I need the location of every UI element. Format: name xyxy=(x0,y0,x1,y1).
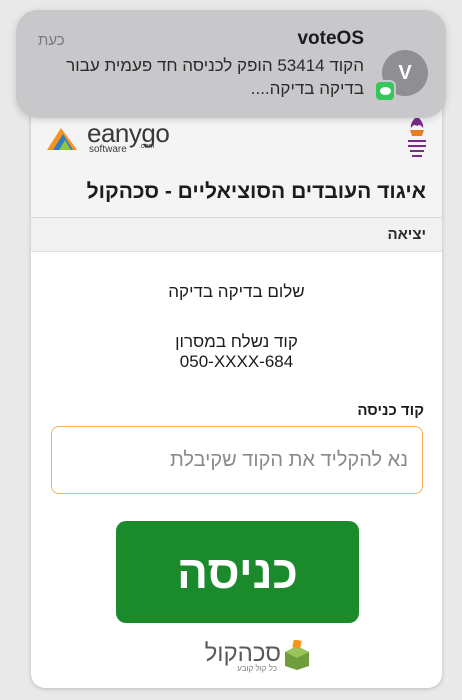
page-title: איגוד העובדים הסוציאליים - סכהקול xyxy=(86,180,426,203)
login-card: eanygo software .com איגוד העובדים הסוצי… xyxy=(31,100,442,688)
code-field-label: קוד כניסה xyxy=(357,402,424,419)
eanygo-logo-icon xyxy=(47,128,77,150)
logo-sub: software xyxy=(89,144,127,155)
notification-title: voteOS xyxy=(297,28,364,49)
sms-sent-label: קוד נשלח במסרון xyxy=(175,332,298,351)
union-logo-icon xyxy=(404,114,430,160)
messages-icon xyxy=(374,80,396,102)
exit-bar: יציאה xyxy=(31,218,442,252)
sachakol-logo: סכהקול כל קול קובע xyxy=(171,636,311,680)
greeting-text: שלום בדיקה בדיקה xyxy=(168,282,305,301)
notification-body: הקוד 53414 הופק לכניסה חד פעמית עבור בדי… xyxy=(66,56,364,98)
masked-phone: 050-XXXX-684 xyxy=(179,352,294,371)
notification-time: כעת xyxy=(38,32,65,49)
exit-link[interactable]: יציאה xyxy=(387,226,426,243)
ballot-box-icon xyxy=(285,640,309,670)
brand-tagline: כל קול קובע xyxy=(237,664,277,673)
enter-button[interactable]: כניסה xyxy=(116,521,359,623)
eanygo-logo: eanygo software .com xyxy=(43,118,193,158)
code-input[interactable] xyxy=(51,426,423,494)
logo-subcom: .com xyxy=(139,143,155,150)
notification-banner[interactable]: כעת voteOS הקוד 53414 הופק לכניסה חד פעמ… xyxy=(16,10,446,118)
